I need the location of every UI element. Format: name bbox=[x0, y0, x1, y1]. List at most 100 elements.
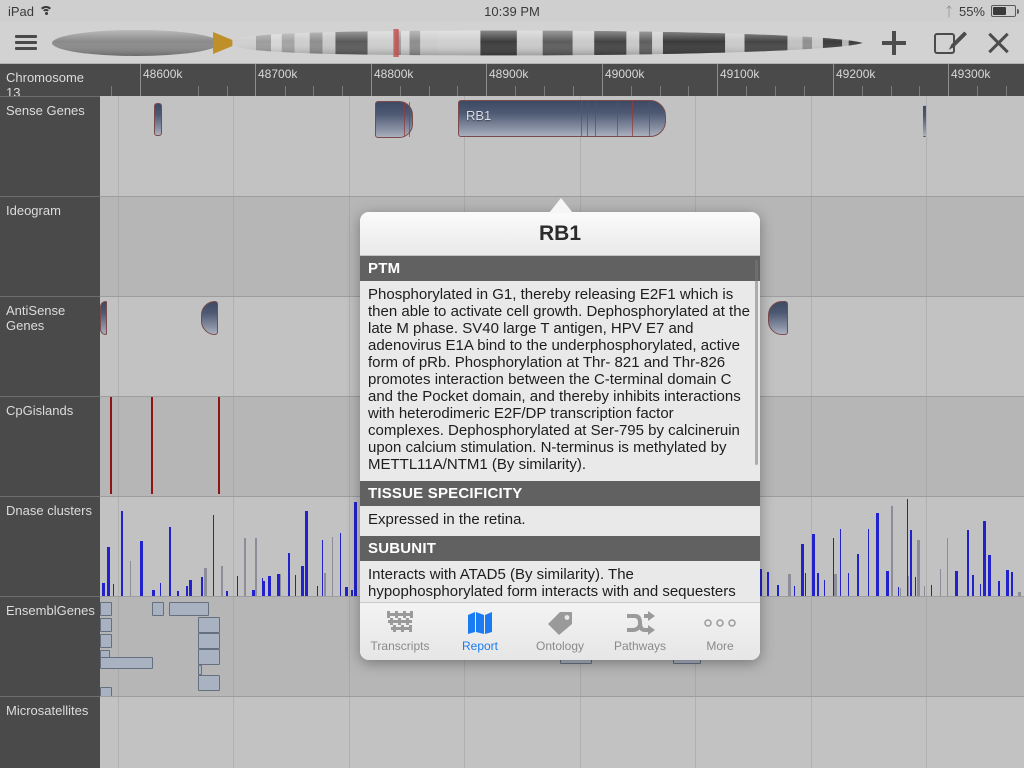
dnase-peak[interactable] bbox=[332, 536, 334, 596]
dnase-peak[interactable] bbox=[840, 528, 842, 596]
dnase-peak[interactable] bbox=[924, 585, 926, 596]
sidebar-item-antisense-genes[interactable]: AntiSense Genes bbox=[0, 296, 100, 396]
tab-transcripts[interactable]: Transcripts bbox=[360, 610, 440, 653]
dnase-peak[interactable] bbox=[890, 506, 893, 596]
gene-glyph[interactable] bbox=[100, 301, 107, 335]
dnase-peak[interactable] bbox=[1011, 571, 1014, 596]
dnase-peak[interactable] bbox=[130, 561, 132, 596]
dnase-peak[interactable] bbox=[321, 539, 323, 596]
dnase-peak[interactable] bbox=[236, 575, 238, 596]
dnase-peak[interactable] bbox=[300, 566, 304, 596]
tab-report[interactable]: Report bbox=[440, 610, 520, 653]
dnase-peak[interactable] bbox=[886, 571, 889, 596]
dnase-peak[interactable] bbox=[316, 585, 318, 596]
dnase-peak[interactable] bbox=[916, 539, 920, 596]
dnase-peak[interactable] bbox=[899, 587, 901, 596]
dnase-peak[interactable] bbox=[966, 530, 969, 596]
dnase-peak[interactable] bbox=[867, 528, 869, 596]
popover-scrollbar[interactable] bbox=[755, 260, 758, 465]
dnase-peak[interactable] bbox=[212, 514, 214, 596]
sidebar-item-sense-genes[interactable]: Sense Genes bbox=[0, 96, 100, 196]
dnase-peak[interactable] bbox=[354, 502, 358, 596]
dnase-peak[interactable] bbox=[805, 572, 807, 596]
dnase-peak[interactable] bbox=[107, 547, 111, 596]
gene-glyph[interactable] bbox=[923, 105, 926, 137]
ensembl-gene-feature[interactable] bbox=[100, 634, 112, 648]
dnase-peak[interactable] bbox=[930, 584, 932, 596]
dnase-peak[interactable] bbox=[267, 575, 271, 596]
gene-glyph[interactable] bbox=[375, 101, 413, 138]
dnase-peak[interactable] bbox=[909, 529, 912, 596]
dnase-peak[interactable] bbox=[220, 565, 223, 596]
ensembl-gene-feature[interactable] bbox=[100, 657, 153, 669]
ensembl-gene-feature[interactable] bbox=[198, 617, 220, 633]
cpg-island-marker[interactable] bbox=[151, 397, 153, 494]
dnase-peak[interactable] bbox=[777, 584, 780, 596]
dnase-peak[interactable] bbox=[287, 552, 290, 596]
dnase-peak[interactable] bbox=[816, 573, 819, 596]
tab-ontology[interactable]: Ontology bbox=[520, 610, 600, 653]
cpg-island-marker[interactable] bbox=[218, 397, 220, 494]
dnase-peak[interactable] bbox=[987, 554, 991, 596]
dnase-peak[interactable] bbox=[955, 570, 959, 596]
dnase-peak[interactable] bbox=[254, 538, 257, 596]
cpg-island-marker[interactable] bbox=[110, 397, 112, 494]
close-button[interactable] bbox=[972, 22, 1024, 64]
dnase-peak[interactable] bbox=[295, 575, 297, 596]
sidebar-item-dnase-clusters[interactable]: Dnase clusters bbox=[0, 496, 100, 596]
dnase-peak[interactable] bbox=[244, 537, 247, 596]
dnase-peak[interactable] bbox=[979, 584, 981, 596]
dnase-peak[interactable] bbox=[305, 510, 309, 596]
track-sense-genes[interactable]: RB1 bbox=[100, 96, 1024, 196]
dnase-peak[interactable] bbox=[834, 574, 838, 596]
dnase-peak[interactable] bbox=[875, 512, 879, 596]
dnase-peak[interactable] bbox=[914, 576, 916, 596]
dnase-peak[interactable] bbox=[787, 573, 791, 596]
dnase-peak[interactable] bbox=[848, 572, 850, 596]
dnase-peak[interactable] bbox=[998, 580, 1001, 596]
dnase-peak[interactable] bbox=[344, 587, 348, 596]
menu-button[interactable] bbox=[0, 22, 52, 64]
dnase-peak[interactable] bbox=[324, 572, 327, 596]
dnase-peak[interactable] bbox=[793, 586, 795, 596]
track-microsatellites[interactable] bbox=[100, 696, 1024, 768]
dnase-peak[interactable] bbox=[113, 584, 115, 596]
popover-content[interactable]: PTM Phosphorylated in G1, thereby releas… bbox=[360, 256, 760, 602]
chromosome-13-ideogram[interactable] bbox=[52, 28, 868, 57]
sidebar-item-ideogram[interactable]: Ideogram bbox=[0, 196, 100, 296]
dnase-peak[interactable] bbox=[120, 510, 123, 596]
dnase-peak[interactable] bbox=[200, 576, 203, 596]
dnase-peak[interactable] bbox=[101, 582, 105, 596]
ensembl-gene-feature[interactable] bbox=[169, 602, 209, 616]
tab-pathways[interactable]: Pathways bbox=[600, 610, 680, 653]
coordinate-ruler[interactable]: 48600k 48700k 48800k 48900k 49000k 49100… bbox=[100, 64, 1024, 96]
gene-glyph[interactable] bbox=[201, 301, 218, 335]
dnase-peak[interactable] bbox=[186, 586, 189, 596]
sidebar-item-cpgislands[interactable]: CpGislands bbox=[0, 396, 100, 496]
sidebar-item-microsatellites[interactable]: Microsatellites bbox=[0, 696, 100, 768]
dnase-peak[interactable] bbox=[824, 579, 826, 596]
ensembl-gene-feature[interactable] bbox=[100, 618, 112, 632]
dnase-peak[interactable] bbox=[972, 574, 975, 596]
dnase-peak[interactable] bbox=[340, 532, 342, 596]
dnase-peak[interactable] bbox=[983, 521, 987, 596]
dnase-peak[interactable] bbox=[767, 572, 770, 596]
sidebar-item-chromosome-13[interactable]: Chromosome 13 bbox=[0, 64, 100, 100]
dnase-peak[interactable] bbox=[169, 527, 172, 596]
gene-info-popover[interactable]: RB1 PTM Phosphorylated in G1, thereby re… bbox=[360, 212, 760, 660]
gene-glyph[interactable] bbox=[154, 103, 162, 136]
ensembl-gene-feature[interactable] bbox=[198, 633, 220, 649]
dnase-peak[interactable] bbox=[857, 554, 860, 596]
ensembl-gene-feature[interactable] bbox=[100, 602, 112, 616]
chromosome-ideogram-navigator[interactable] bbox=[52, 22, 868, 64]
gene-glyph[interactable] bbox=[768, 301, 788, 335]
dnase-peak[interactable] bbox=[160, 583, 162, 596]
dnase-peak[interactable] bbox=[760, 569, 763, 596]
ensembl-gene-feature[interactable] bbox=[198, 665, 202, 675]
dnase-peak[interactable] bbox=[801, 544, 805, 596]
dnase-peak[interactable] bbox=[263, 580, 266, 596]
tab-more[interactable]: More bbox=[680, 610, 760, 653]
dnase-peak[interactable] bbox=[140, 541, 144, 596]
gene-glyph-rb1[interactable]: RB1 bbox=[458, 100, 666, 137]
dnase-peak[interactable] bbox=[940, 569, 942, 596]
